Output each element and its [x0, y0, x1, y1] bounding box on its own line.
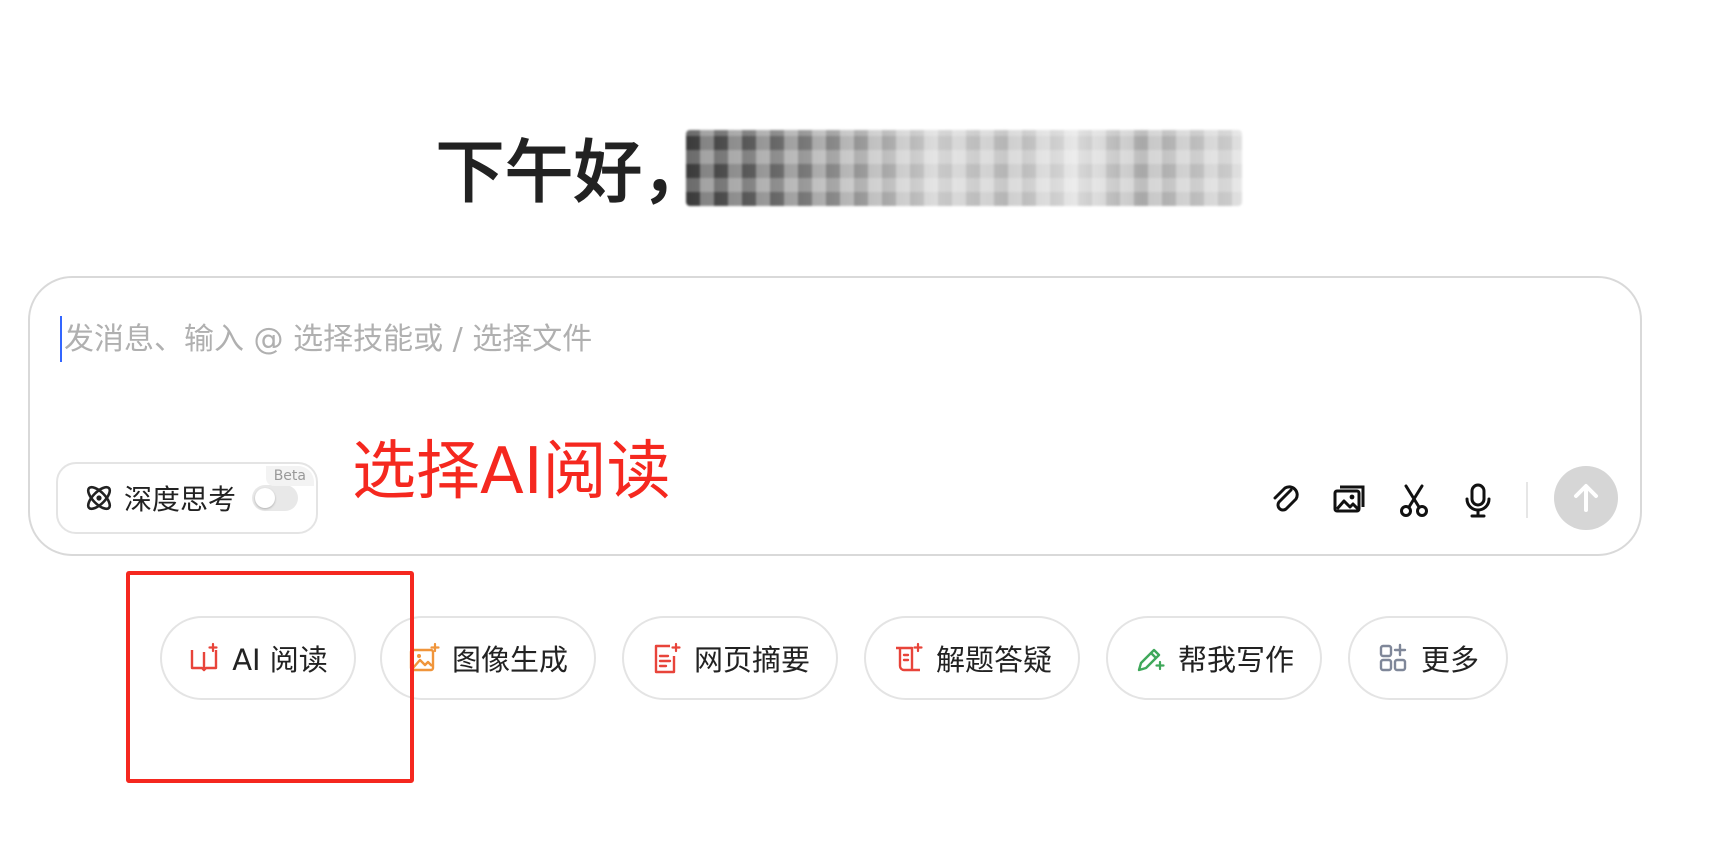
image-upload-icon: [1331, 481, 1369, 519]
scissors-icon: [1395, 481, 1433, 519]
annotation-label: 选择AI阅读: [352, 435, 671, 509]
scroll-sparkle-icon: [892, 642, 924, 674]
skill-web-summary[interactable]: 网页摘要: [622, 616, 838, 700]
skill-label: 帮我写作: [1177, 643, 1294, 677]
deep-think-label: 深度思考: [124, 483, 237, 516]
skill-label: 网页摘要: [693, 643, 810, 677]
skill-label: 图像生成: [451, 643, 568, 677]
attach-button[interactable]: [1264, 478, 1308, 522]
message-composer: 深度思考 Beta: [28, 276, 1642, 556]
greeting-title: 下午好，: [436, 124, 712, 213]
switch-knob: [255, 488, 276, 508]
skill-problem-solving[interactable]: 解题答疑: [864, 616, 1080, 700]
toolbar-divider: [1526, 482, 1528, 518]
skill-writing-help[interactable]: 帮我写作: [1106, 616, 1322, 700]
apps-grid-icon: [1377, 642, 1409, 674]
skill-label: 解题答疑: [935, 643, 1052, 677]
paperclip-icon: [1267, 481, 1305, 519]
greeting-text: 下午好，: [436, 133, 713, 213]
deep-think-switch[interactable]: [252, 485, 299, 511]
send-button[interactable]: [1554, 466, 1618, 530]
redacted-username: [686, 130, 1242, 206]
atom-icon: [82, 481, 116, 515]
annotation-highlight-box: [126, 571, 414, 783]
message-input[interactable]: [60, 316, 1466, 362]
skill-label: 更多: [1420, 643, 1479, 677]
beta-badge: Beta: [265, 466, 314, 486]
image-upload-button[interactable]: [1328, 478, 1372, 522]
microphone-icon: [1459, 481, 1497, 519]
arrow-up-icon: [1569, 481, 1603, 515]
scissors-button[interactable]: [1392, 478, 1436, 522]
document-sparkle-icon: [650, 642, 682, 674]
deep-think-toggle[interactable]: 深度思考 Beta: [56, 462, 318, 534]
pencil-sparkle-icon: [1134, 642, 1166, 674]
voice-input-button[interactable]: [1456, 478, 1500, 522]
skill-more[interactable]: 更多: [1348, 616, 1508, 700]
